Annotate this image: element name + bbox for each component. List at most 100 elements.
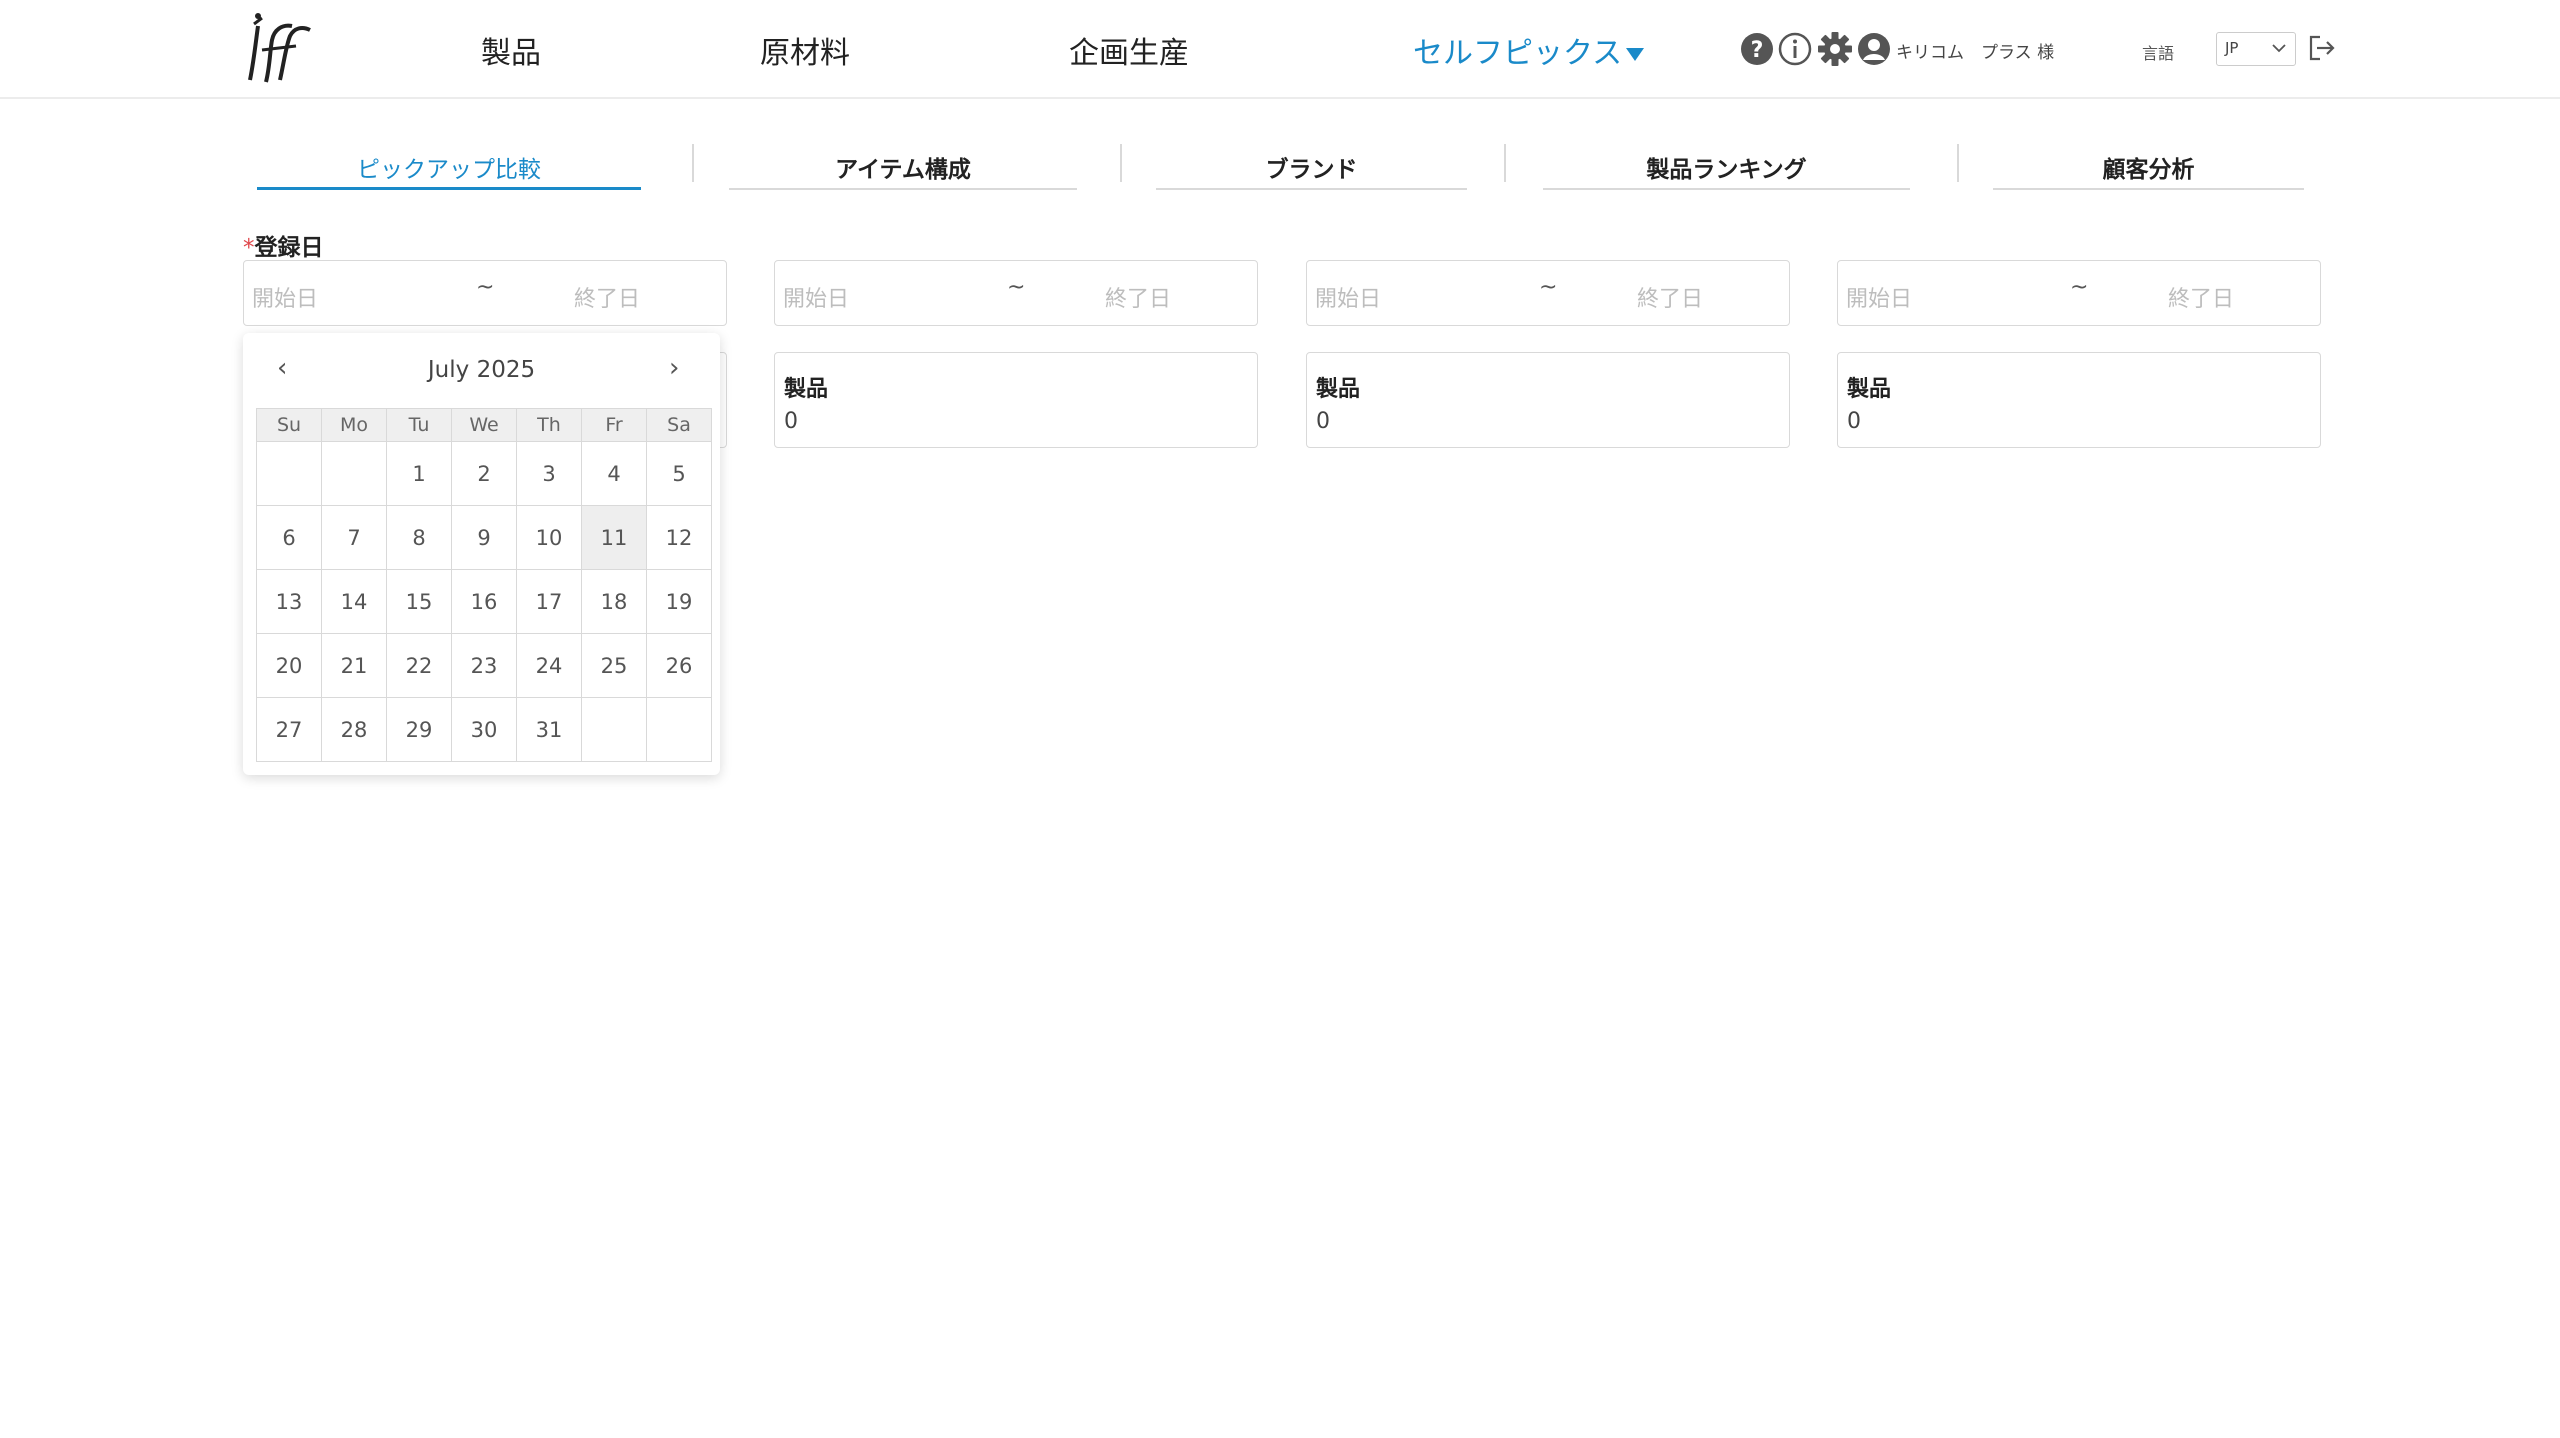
tab-item-composition[interactable]: アイテム構成 bbox=[729, 150, 1077, 190]
calendar-day[interactable]: 20 bbox=[256, 633, 322, 698]
calendar-day[interactable]: 13 bbox=[256, 569, 322, 634]
calendar-day[interactable]: 24 bbox=[516, 633, 582, 698]
calendar-day[interactable]: 27 bbox=[256, 697, 322, 762]
chevron-right-icon[interactable]: › bbox=[669, 353, 679, 383]
weekday-header: Fr bbox=[581, 408, 647, 442]
tab-brand[interactable]: ブランド bbox=[1156, 150, 1467, 190]
calendar-day[interactable]: 23 bbox=[451, 633, 517, 698]
calendar-day-today[interactable]: 11 bbox=[581, 505, 647, 570]
range-separator: ~ bbox=[2070, 275, 2089, 300]
product-count-card: 製品 0 bbox=[1306, 352, 1790, 448]
calendar-day[interactable]: 17 bbox=[516, 569, 582, 634]
calendar-day[interactable]: 30 bbox=[451, 697, 517, 762]
start-date-input[interactable]: 開始日 bbox=[1846, 281, 1912, 313]
weekday-header: Tu bbox=[386, 408, 452, 442]
range-separator: ~ bbox=[476, 275, 495, 300]
language-select[interactable]: JP bbox=[2216, 32, 2296, 66]
calendar-day bbox=[581, 697, 647, 762]
start-date-input[interactable]: 開始日 bbox=[252, 281, 318, 313]
calendar-day[interactable]: 14 bbox=[321, 569, 387, 634]
tab-divider bbox=[692, 144, 694, 182]
required-mark: * bbox=[243, 235, 255, 261]
weekday-header-row: Su Mo Tu We Th Fr Sa bbox=[256, 408, 712, 442]
calendar-day[interactable]: 28 bbox=[321, 697, 387, 762]
end-date-input[interactable]: 終了日 bbox=[1637, 281, 1703, 313]
calendar-day[interactable]: 10 bbox=[516, 505, 582, 570]
calendar-day bbox=[256, 441, 322, 506]
card-value: 0 bbox=[1847, 409, 1861, 434]
calendar-day[interactable]: 7 bbox=[321, 505, 387, 570]
chevron-down-icon bbox=[2272, 44, 2286, 53]
product-count-card: 製品 0 bbox=[774, 352, 1258, 448]
range-separator: ~ bbox=[1539, 275, 1558, 300]
calendar-day[interactable]: 25 bbox=[581, 633, 647, 698]
calendar-day[interactable]: 18 bbox=[581, 569, 647, 634]
calendar-week-row: 20 21 22 23 24 25 26 bbox=[256, 633, 712, 698]
calendar-day bbox=[321, 441, 387, 506]
calendar-grid: Su Mo Tu We Th Fr Sa 1 2 3 4 5 6 7 8 9 1… bbox=[256, 408, 712, 762]
card-title: 製品 bbox=[1847, 377, 1892, 402]
logout-icon[interactable] bbox=[2306, 32, 2338, 64]
gear-icon[interactable] bbox=[1818, 32, 1852, 66]
calendar-day[interactable]: 2 bbox=[451, 441, 517, 506]
nav-materials[interactable]: 原材料 bbox=[760, 28, 850, 72]
help-icon[interactable]: ? bbox=[1740, 32, 1774, 66]
nav-planning[interactable]: 企画生産 bbox=[1069, 28, 1189, 72]
end-date-input[interactable]: 終了日 bbox=[574, 281, 640, 313]
calendar-day[interactable]: 3 bbox=[516, 441, 582, 506]
date-picker-calendar: ‹ July 2025 › Su Mo Tu We Th Fr Sa 1 2 3… bbox=[243, 333, 720, 775]
calendar-day[interactable]: 29 bbox=[386, 697, 452, 762]
weekday-header: Mo bbox=[321, 408, 387, 442]
calendar-day[interactable]: 15 bbox=[386, 569, 452, 634]
end-date-input[interactable]: 終了日 bbox=[2168, 281, 2234, 313]
info-icon[interactable] bbox=[1778, 32, 1812, 66]
calendar-day[interactable]: 12 bbox=[646, 505, 712, 570]
calendar-day[interactable]: 1 bbox=[386, 441, 452, 506]
calendar-day[interactable]: 21 bbox=[321, 633, 387, 698]
card-title: 製品 bbox=[1316, 377, 1361, 402]
start-date-input[interactable]: 開始日 bbox=[1315, 281, 1381, 313]
weekday-header: Sa bbox=[646, 408, 712, 442]
language-label: 言語 bbox=[2142, 44, 2175, 63]
calendar-week-row: 1 2 3 4 5 bbox=[256, 441, 712, 506]
user-icon[interactable] bbox=[1857, 32, 1891, 66]
language-value: JP bbox=[2225, 39, 2239, 57]
nav-products[interactable]: 製品 bbox=[481, 28, 541, 72]
calendar-week-row: 27 28 29 30 31 bbox=[256, 697, 712, 762]
calendar-day bbox=[646, 697, 712, 762]
calendar-day[interactable]: 5 bbox=[646, 441, 712, 506]
calendar-day[interactable]: 16 bbox=[451, 569, 517, 634]
tab-divider bbox=[1957, 144, 1959, 182]
range-separator: ~ bbox=[1007, 275, 1026, 300]
tab-product-ranking[interactable]: 製品ランキング bbox=[1543, 150, 1910, 190]
date-range-picker-3[interactable]: 開始日 ~ 終了日 bbox=[1306, 260, 1790, 326]
calendar-day[interactable]: 31 bbox=[516, 697, 582, 762]
calendar-day[interactable]: 6 bbox=[256, 505, 322, 570]
end-date-input[interactable]: 終了日 bbox=[1105, 281, 1171, 313]
calendar-day[interactable]: 4 bbox=[581, 441, 647, 506]
date-range-picker-2[interactable]: 開始日 ~ 終了日 bbox=[774, 260, 1258, 326]
calendar-day[interactable]: 19 bbox=[646, 569, 712, 634]
date-range-picker-4[interactable]: 開始日 ~ 終了日 bbox=[1837, 260, 2321, 326]
calendar-month-title: July 2025 bbox=[427, 357, 536, 383]
nav-selfpicks[interactable]: セルフピックス bbox=[1413, 28, 1645, 72]
brand-logo[interactable] bbox=[236, 10, 316, 88]
registration-date-text: 登録日 bbox=[254, 235, 324, 261]
registration-date-label: *登録日 bbox=[243, 228, 324, 262]
calendar-day[interactable]: 9 bbox=[451, 505, 517, 570]
tab-customer-analysis[interactable]: 顧客分析 bbox=[1993, 150, 2304, 190]
caret-down-icon bbox=[1626, 48, 1645, 61]
tab-divider bbox=[1504, 144, 1506, 182]
calendar-week-row: 6 7 8 9 10 11 12 bbox=[256, 505, 712, 570]
calendar-day[interactable]: 26 bbox=[646, 633, 712, 698]
calendar-day[interactable]: 8 bbox=[386, 505, 452, 570]
svg-text:?: ? bbox=[1751, 38, 1764, 63]
date-range-picker-1[interactable]: 開始日 ~ 終了日 bbox=[243, 260, 727, 326]
calendar-day[interactable]: 22 bbox=[386, 633, 452, 698]
card-value: 0 bbox=[784, 409, 798, 434]
tab-pickup-compare[interactable]: ピックアップ比較 bbox=[257, 150, 641, 190]
card-value: 0 bbox=[1316, 409, 1330, 434]
start-date-input[interactable]: 開始日 bbox=[783, 281, 849, 313]
weekday-header: Su bbox=[256, 408, 322, 442]
user-name: キリコム プラス 様 bbox=[1896, 43, 2055, 63]
